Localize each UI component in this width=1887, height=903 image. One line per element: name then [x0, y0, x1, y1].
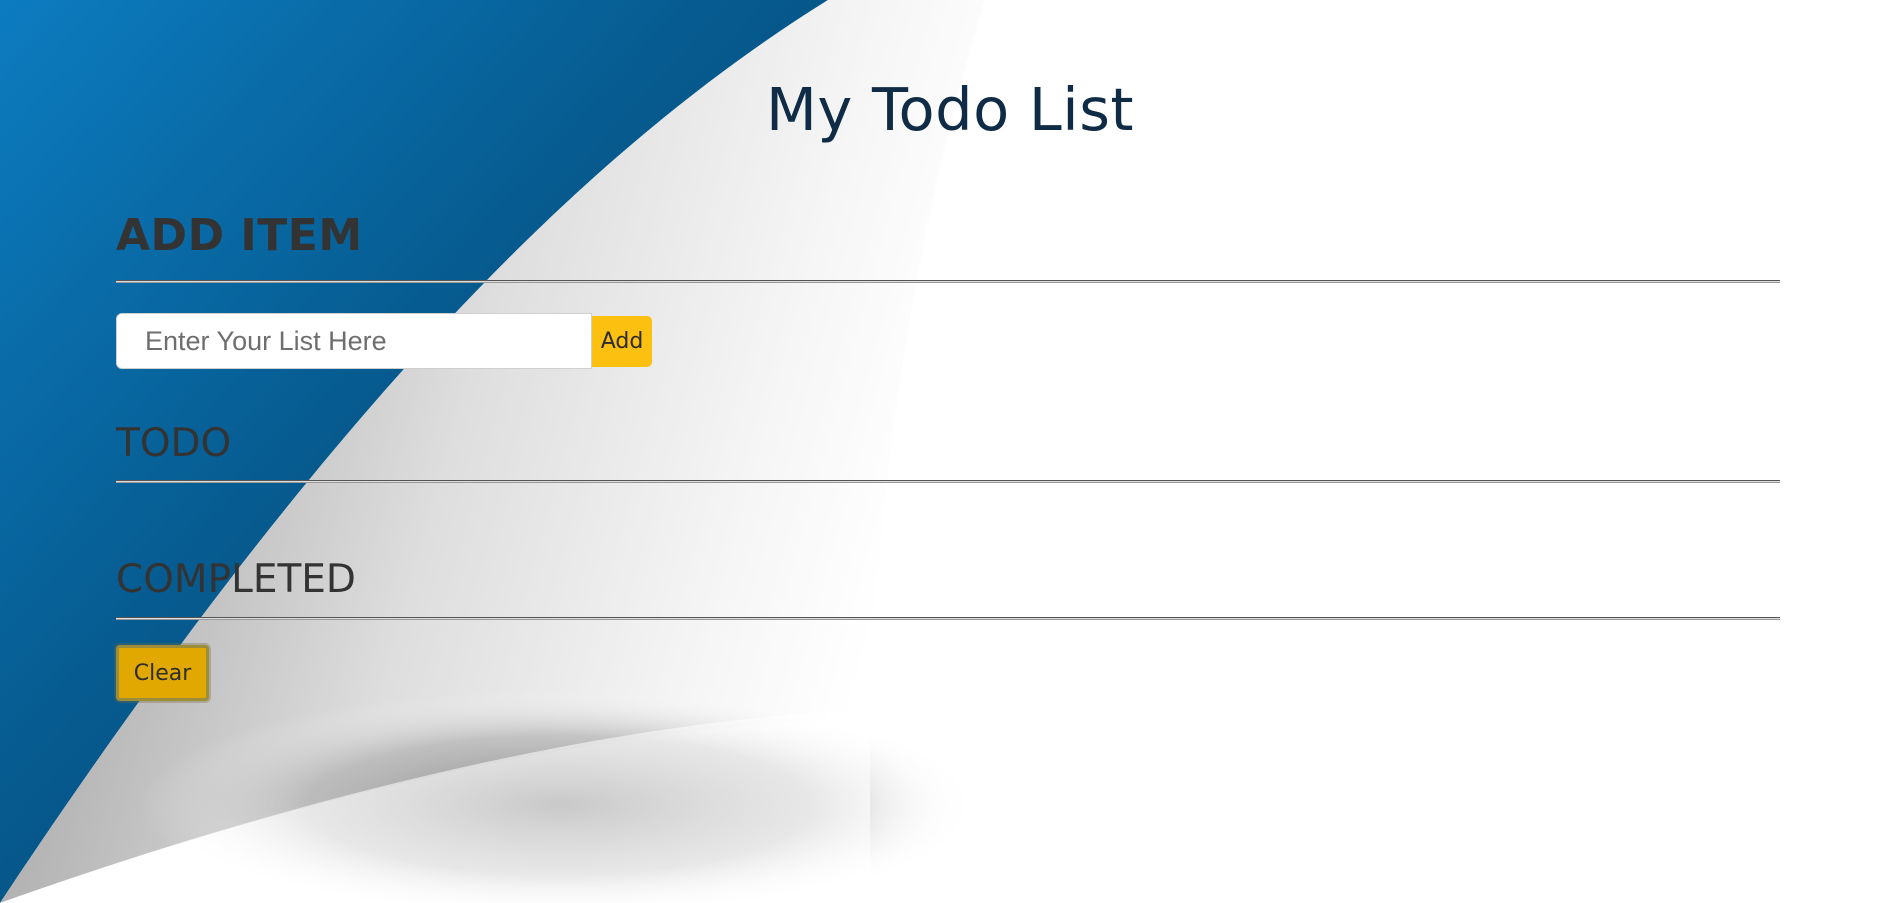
page-title: My Todo List — [765, 75, 1135, 144]
page: My Todo List ADD ITEM Add TODO COMPLETED… — [0, 0, 1887, 903]
completed-heading: COMPLETED — [116, 557, 356, 602]
completed-divider — [116, 617, 1780, 620]
new-item-input[interactable] — [116, 313, 592, 369]
clear-button[interactable]: Clear — [116, 645, 209, 701]
add-item-heading: ADD ITEM — [116, 210, 363, 261]
add-item-form: Add — [116, 313, 652, 369]
add-button[interactable]: Add — [592, 315, 652, 367]
todo-divider — [116, 480, 1780, 483]
todo-app: My Todo List ADD ITEM Add TODO COMPLETED… — [0, 0, 1887, 903]
todo-heading: TODO — [116, 421, 232, 466]
add-item-divider — [116, 280, 1780, 283]
